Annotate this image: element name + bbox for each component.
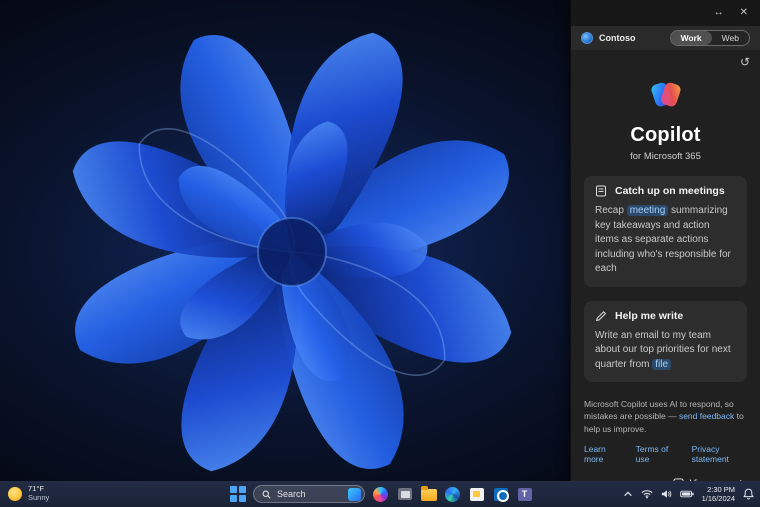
taskbar-icon-outlook[interactable] xyxy=(492,486,509,503)
window-app-icon xyxy=(397,488,412,500)
notifications-bell-icon[interactable] xyxy=(743,488,754,500)
send-feedback-link[interactable]: send feedback xyxy=(679,411,734,421)
start-button[interactable] xyxy=(230,486,246,502)
sun-icon xyxy=(8,487,22,501)
clock-date: 1/16/2024 xyxy=(701,494,735,503)
outlook-icon xyxy=(493,487,509,502)
system-tray: 2:30 PM 1/16/2024 xyxy=(623,481,754,507)
search-placeholder: Search xyxy=(277,489,306,499)
taskbar-icon-teams[interactable] xyxy=(516,486,533,503)
edge-icon xyxy=(445,486,460,502)
card-body: Write an email to my team about our top … xyxy=(595,329,736,373)
prompt-card-write[interactable]: Help me write Write an email to my team … xyxy=(584,300,747,382)
volume-icon[interactable] xyxy=(661,489,672,499)
history-icon[interactable]: ↺ xyxy=(740,56,750,68)
prompt-card-meetings[interactable]: Catch up on meetings Recap meeting summa… xyxy=(584,176,747,287)
weather-widget[interactable]: 71°F Sunny xyxy=(8,481,49,507)
taskbar-icon-window-app[interactable] xyxy=(396,486,413,503)
card-title-row: Help me write xyxy=(595,310,736,322)
taskbar-icon-file-explorer[interactable] xyxy=(420,486,437,503)
copilot-panel: ↔ ✕ Contoso Work Web ↺ Copilot for Micro… xyxy=(570,0,760,507)
taskbar-icon-copilot[interactable] xyxy=(372,486,389,503)
toggle-web[interactable]: Web xyxy=(712,31,749,45)
clock-time: 2:30 PM xyxy=(707,485,735,494)
weather-condition: Sunny xyxy=(28,493,50,502)
taskbar: 71°F Sunny Search T 2:30 PM 1/16/2024 xyxy=(0,481,760,507)
taskbar-icon-edge[interactable] xyxy=(444,486,461,503)
panel-header: Contoso Work Web xyxy=(571,26,760,50)
card-body-pre: Recap xyxy=(595,205,627,216)
copilot-hero: Copilot for Microsoft 365 xyxy=(571,74,760,162)
taskbar-search[interactable]: Search xyxy=(253,485,365,503)
taskbar-clock[interactable]: 2:30 PM 1/16/2024 xyxy=(702,485,735,503)
card-title-row: Catch up on meetings xyxy=(595,185,736,197)
search-highlight-icon[interactable] xyxy=(348,487,361,501)
folder-icon xyxy=(420,486,437,501)
taskbar-center: Search xyxy=(230,481,533,507)
taskbar-icon-calendar[interactable] xyxy=(468,486,485,503)
contoso-logo-icon xyxy=(581,32,593,44)
work-web-toggle: Work Web xyxy=(669,30,750,46)
privacy-statement-link[interactable]: Privacy statement xyxy=(692,444,747,464)
brand: Contoso xyxy=(581,32,636,44)
history-row: ↺ xyxy=(571,50,760,68)
copilot-logo-icon xyxy=(650,82,681,107)
card-body: Recap meeting summarizing key takeaways … xyxy=(595,204,736,277)
file-chip[interactable]: file xyxy=(652,358,672,370)
teams-icon xyxy=(517,487,532,501)
desktop: ↔ ✕ Contoso Work Web ↺ Copilot for Micro… xyxy=(0,0,760,507)
card-title: Help me write xyxy=(615,309,684,322)
pen-icon xyxy=(595,310,607,321)
learn-more-link[interactable]: Learn more xyxy=(584,444,620,464)
weather-text: 71°F Sunny xyxy=(28,485,49,502)
card-title: Catch up on meetings xyxy=(615,185,725,197)
copilot-taskbar-icon xyxy=(373,486,388,502)
notebook-icon xyxy=(596,185,606,197)
tray-chevron-icon[interactable] xyxy=(623,490,633,498)
wifi-icon[interactable] xyxy=(641,489,653,499)
calendar-icon xyxy=(469,487,484,501)
copilot-subtitle: for Microsoft 365 xyxy=(630,151,701,162)
ai-disclaimer: Microsoft Copilot uses AI to respond, so… xyxy=(584,398,747,435)
brand-name: Contoso xyxy=(599,33,636,43)
meeting-chip[interactable]: meeting xyxy=(626,205,669,216)
legal-links: Learn more Terms of use Privacy statemen… xyxy=(584,444,747,464)
battery-icon[interactable] xyxy=(679,490,694,498)
toggle-work[interactable]: Work xyxy=(670,31,712,45)
terms-of-use-link[interactable]: Terms of use xyxy=(636,444,676,464)
copilot-title: Copilot xyxy=(630,124,701,146)
search-icon xyxy=(262,490,271,499)
expand-icon[interactable]: ↔ xyxy=(714,8,724,18)
close-icon[interactable]: ✕ xyxy=(740,8,748,18)
panel-titlebar: ↔ ✕ xyxy=(571,0,760,26)
